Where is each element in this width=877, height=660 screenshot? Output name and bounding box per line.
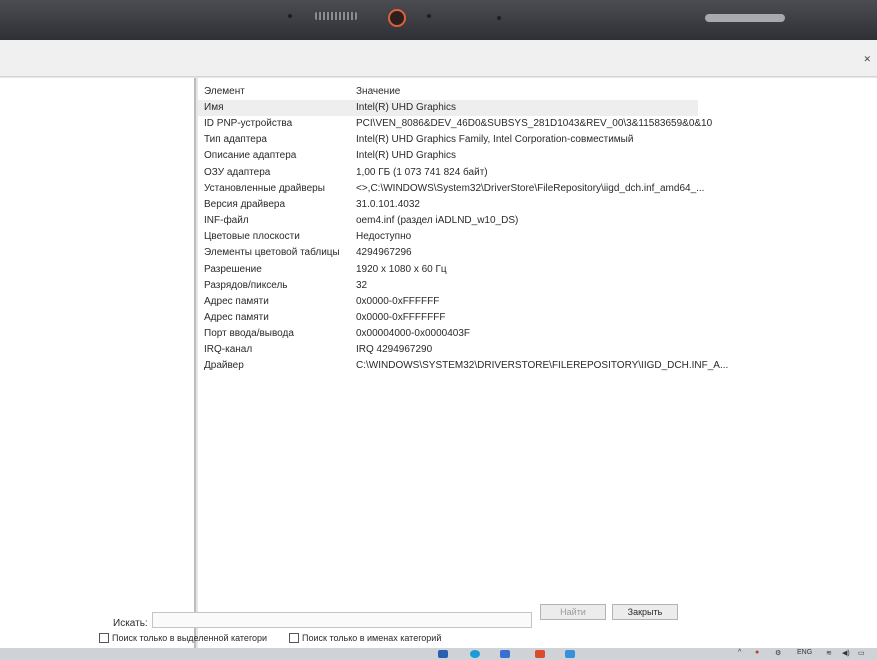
item-value: 4294967296 — [356, 247, 412, 259]
item-name: Разрядов/пиксель — [204, 279, 288, 291]
item-name: Элементы цветовой таблицы — [204, 247, 340, 259]
list-item[interactable]: INF-файл oem4.inf (раздел iADLND_w10_DS) — [198, 213, 877, 229]
item-name: Адрес памяти — [204, 295, 269, 307]
sensor-dot — [288, 14, 292, 18]
item-value: Intel(R) UHD Graphics — [356, 150, 457, 162]
find-button[interactable]: Найти — [540, 604, 606, 620]
notification-icon[interactable]: ● — [755, 649, 759, 656]
item-name: ID PNP-устройства — [204, 118, 293, 130]
taskbar: ^ ● ⚙ ENG ≋ ◀) ▭ — [0, 648, 877, 660]
checkbox-icon[interactable] — [99, 633, 109, 643]
details-list: Элемент Значение Имя Intel(R) UHD Graphic… — [198, 78, 877, 650]
list-item[interactable]: Разрешение 1920 x 1080 x 60 Гц — [198, 262, 877, 278]
list-item[interactable]: Описание адаптера Intel(R) UHD Graphics — [198, 148, 877, 164]
item-name: Адрес памяти — [204, 311, 269, 323]
item-value: 31.0.101.4032 — [356, 198, 420, 210]
item-value: <>,C:\WINDOWS\System32\DriverStore\FileR… — [356, 182, 705, 194]
wifi-icon[interactable]: ≋ — [826, 649, 832, 657]
search-selected-category-checkbox[interactable]: Поиск только в выделенной категори — [99, 633, 267, 643]
item-value: PCI\VEN_8086&DEV_46D0&SUBSYS_281D1043&RE… — [356, 118, 713, 130]
item-value: oem4.inf (раздел iADLND_w10_DS) — [356, 215, 519, 227]
search-label: Искать: — [113, 618, 148, 629]
item-name: IRQ-канал — [204, 344, 253, 356]
chevron-up-icon[interactable]: ^ — [738, 649, 741, 656]
search-category-names-checkbox[interactable]: Поиск только в именах категорий — [289, 633, 441, 643]
list-item[interactable]: Имя Intel(R) UHD Graphics — [198, 100, 698, 116]
list-item[interactable]: Цветовые плоскости Недоступно — [198, 229, 877, 245]
item-name: INF-файл — [204, 215, 249, 227]
item-name: Драйвер — [204, 360, 244, 372]
language-indicator[interactable]: ENG — [797, 649, 812, 656]
edge-icon[interactable] — [470, 650, 480, 658]
taskbar-app-icon[interactable] — [438, 650, 448, 658]
list-item[interactable]: Установленные драйверы <>,C:\WINDOWS\Syst… — [198, 181, 877, 197]
item-value: 0x0000-0xFFFFFF — [356, 295, 440, 307]
item-value: Недоступно — [356, 231, 412, 243]
item-value: Intel(R) UHD Graphics — [356, 102, 457, 113]
bezel-indicator — [705, 14, 785, 22]
item-value: IRQ 4294967290 — [356, 344, 433, 356]
item-value: C:\WINDOWS\SYSTEM32\DRIVERSTORE\FILEREPO… — [356, 360, 729, 372]
item-name: Цветовые плоскости — [204, 231, 300, 243]
store-icon[interactable] — [565, 650, 575, 658]
item-value: 0x0000-0xFFFFFFF — [356, 311, 446, 323]
webcam-icon — [388, 9, 406, 27]
list-item[interactable]: ОЗУ адаптера 1,00 ГБ (1 073 741 824 байт) — [198, 165, 877, 181]
item-value: Intel(R) UHD Graphics Family, Intel Corp… — [356, 134, 634, 146]
list-item[interactable]: Адрес памяти 0x0000-0xFFFFFFF — [198, 310, 877, 326]
item-value: 1920 x 1080 x 60 Гц — [356, 263, 447, 275]
list-item[interactable]: Порт ввода/вывода 0x00004000-0x0000403F — [198, 326, 877, 342]
volume-icon[interactable]: ◀) — [842, 649, 850, 657]
checkbox-icon[interactable] — [289, 633, 299, 643]
list-item[interactable]: Элементы цветовой таблицы 4294967296 — [198, 245, 877, 261]
checkbox-label: Поиск только в выделенной категори — [112, 633, 268, 643]
category-tree-pane[interactable] — [0, 78, 196, 650]
item-value: 0x00004000-0x0000403F — [356, 328, 470, 340]
column-header-value[interactable]: Значение — [356, 86, 400, 97]
title-bar: ✕ — [0, 40, 877, 77]
sensor-dot — [497, 16, 501, 20]
item-name: Установленные драйверы — [204, 182, 325, 194]
list-item[interactable]: Версия драйвера 31.0.101.4032 — [198, 197, 877, 213]
search-input[interactable] — [152, 612, 532, 628]
laptop-bezel — [0, 0, 877, 40]
item-name: Порт ввода/вывода — [204, 328, 294, 340]
item-name: Имя — [204, 102, 224, 113]
list-item[interactable]: ID PNP-устройства PCI\VEN_8086&DEV_46D0&S… — [198, 116, 877, 132]
list-header: Элемент Значение — [198, 84, 877, 100]
list-item[interactable]: Адрес памяти 0x0000-0xFFFFFF — [198, 294, 877, 310]
close-button[interactable]: Закрыть — [612, 604, 678, 620]
sensor-dot — [427, 14, 431, 18]
item-name: Тип адаптера — [204, 134, 267, 146]
item-name: Версия драйвера — [204, 198, 286, 210]
battery-icon[interactable]: ▭ — [858, 649, 865, 657]
list-item[interactable]: Разрядов/пиксель 32 — [198, 278, 877, 294]
column-header-element[interactable]: Элемент — [204, 86, 245, 97]
item-name: ОЗУ адаптера — [204, 166, 271, 178]
list-item[interactable]: IRQ-канал IRQ 4294967290 — [198, 342, 877, 358]
item-name: Описание адаптера — [204, 150, 297, 162]
checkbox-label: Поиск только в именах категорий — [302, 633, 442, 643]
speaker-grille — [315, 12, 357, 20]
list-item[interactable]: Драйвер C:\WINDOWS\SYSTEM32\DRIVERSTORE\F… — [198, 358, 877, 374]
close-icon[interactable]: ✕ — [863, 54, 871, 65]
taskbar-app-icon[interactable] — [500, 650, 510, 658]
list-item[interactable]: Тип адаптера Intel(R) UHD Graphics Family… — [198, 132, 877, 148]
item-value: 32 — [356, 279, 368, 291]
item-value: 1,00 ГБ (1 073 741 824 байт) — [356, 166, 488, 178]
settings-icon[interactable]: ⚙ — [775, 649, 781, 657]
system-information-window: ✕ Элемент Значение Имя Intel(R) UHD Graph… — [0, 40, 877, 650]
item-name: Разрешение — [204, 263, 262, 275]
taskbar-app-icon[interactable] — [535, 650, 545, 658]
